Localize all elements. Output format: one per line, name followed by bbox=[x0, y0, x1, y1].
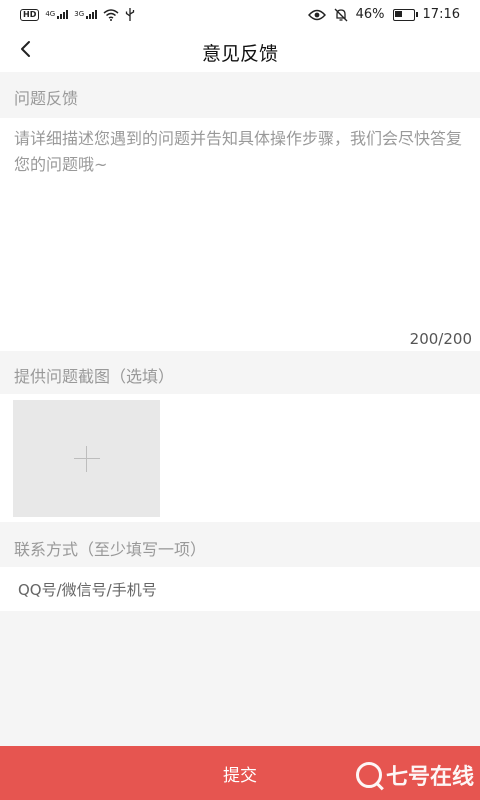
plus-icon-vertical bbox=[86, 446, 87, 472]
contact-section-label: 联系方式（至少填写一项） bbox=[14, 540, 207, 559]
clock: 17:16 bbox=[422, 7, 460, 22]
screenshot-panel bbox=[0, 394, 480, 522]
watermark: 七号在线 bbox=[355, 759, 474, 791]
nav-bar: 意见反馈 bbox=[0, 30, 480, 72]
battery-icon bbox=[392, 8, 418, 21]
feedback-textarea[interactable] bbox=[14, 126, 464, 326]
usb-icon bbox=[125, 8, 135, 21]
status-bar-left: HD 4G 3G bbox=[20, 8, 135, 21]
contact-panel bbox=[0, 567, 480, 611]
watermark-text: 七号在线 bbox=[385, 765, 474, 790]
mute-bell-icon bbox=[334, 8, 348, 21]
signal-3g-icon: 3G bbox=[74, 10, 98, 19]
plus-icon bbox=[74, 458, 100, 459]
wifi-icon bbox=[103, 8, 119, 21]
feedback-section-label: 问题反馈 bbox=[14, 89, 79, 108]
hd-badge: HD bbox=[20, 8, 40, 21]
eye-icon bbox=[307, 9, 326, 20]
watermark-logo-icon bbox=[355, 762, 382, 788]
add-screenshot-button[interactable] bbox=[13, 400, 160, 517]
network-type-label: 4G bbox=[45, 10, 56, 18]
feedback-panel: 200/200 bbox=[0, 118, 480, 351]
signal-4g-icon: 4G bbox=[45, 10, 69, 19]
contact-input[interactable] bbox=[18, 577, 458, 603]
page-title: 意见反馈 bbox=[201, 43, 278, 65]
char-counter: 200/200 bbox=[409, 330, 472, 348]
battery-percent: 46% bbox=[355, 7, 385, 22]
network-type-label: 3G bbox=[74, 10, 85, 18]
battery-fill bbox=[394, 10, 402, 17]
status-bar: HD 4G 3G 46% 17:16 bbox=[0, 0, 480, 30]
screenshot-section-label: 提供问题截图（选填） bbox=[14, 367, 175, 386]
status-bar-right: 46% 17:16 bbox=[307, 7, 460, 22]
